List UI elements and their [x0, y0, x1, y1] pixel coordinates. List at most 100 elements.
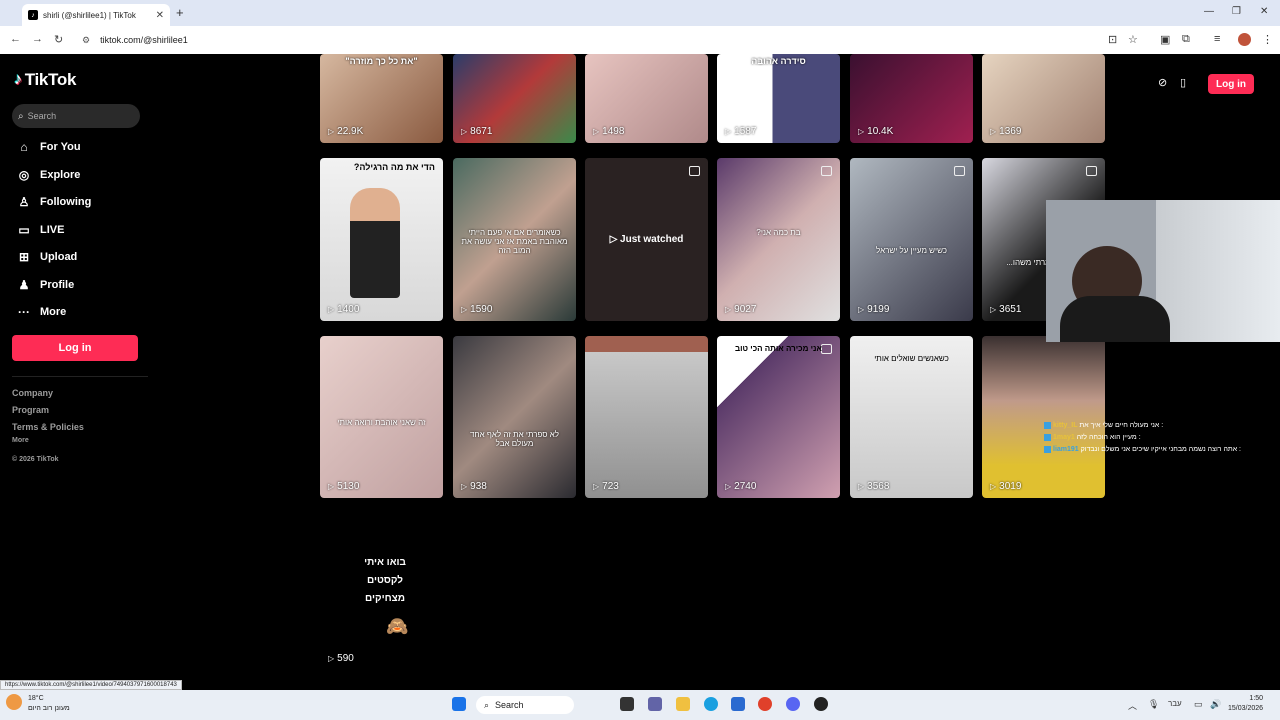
- tiktok-page: ♪ TikTok ⌕ Search ⌂ For You ◎ Explore ♙ Fol…: [0, 54, 1280, 678]
- close-window-icon[interactable]: ✕: [1260, 6, 1268, 17]
- video-tile[interactable]: ▷ Just watched: [585, 158, 708, 321]
- nav-following[interactable]: ♙ Following: [16, 195, 92, 209]
- taskbar-search-label: Search: [495, 700, 524, 710]
- reload-icon[interactable]: ↻: [54, 33, 63, 46]
- video-caption: כשיש מעיין על ישראל: [876, 246, 947, 255]
- file-explorer-icon[interactable]: [676, 697, 690, 711]
- tiktok-logo[interactable]: ♪ TikTok: [14, 70, 76, 90]
- tiktok-favicon-icon: ♪: [28, 10, 38, 20]
- browser-menu-icon[interactable]: ⋮: [1262, 33, 1273, 46]
- video-tile[interactable]: בואו איתי לקסטים מצחיקים 🙈 ▷ 590: [320, 544, 443, 674]
- volume-icon[interactable]: 🔊: [1210, 699, 1221, 710]
- video-tile[interactable]: סידרה אהובה ▷ 1587: [717, 54, 840, 143]
- video-tile[interactable]: "את כל כך מוזרה" ▷ 22.9K: [320, 54, 443, 143]
- microphone-icon[interactable]: 🎙: [1148, 699, 1159, 710]
- nav-upload[interactable]: ⊞ Upload: [16, 250, 77, 264]
- footer-program-link[interactable]: Program: [12, 405, 49, 415]
- nav-profile[interactable]: ♟ Profile: [16, 278, 75, 292]
- weather-widget[interactable]: 18°C מעונן רוב היום: [6, 694, 70, 714]
- person-icon: ♙: [18, 195, 30, 209]
- video-tile[interactable]: ▷ 3019: [982, 336, 1105, 498]
- video-tile[interactable]: ▷ 1369: [982, 54, 1105, 143]
- extension-icon[interactable]: ▣: [1160, 33, 1170, 46]
- taskbar-clock[interactable]: 1:50 15/03/2026: [1228, 694, 1263, 714]
- media-icon[interactable]: ≡: [1214, 33, 1220, 45]
- nav-for-you[interactable]: ⌂ For You: [16, 140, 81, 154]
- live-icon: ▭: [18, 223, 30, 237]
- video-tile[interactable]: אני מכירה אותה הכי טוב ▷ 2740: [717, 336, 840, 498]
- new-tab-button[interactable]: +: [176, 5, 184, 20]
- store-icon[interactable]: [731, 697, 745, 711]
- language-indicator[interactable]: עבר: [1168, 699, 1182, 708]
- footer-company-link[interactable]: Company: [12, 388, 53, 398]
- address-bar[interactable]: ⚙ tiktok.com/@shirlilee1: [76, 30, 1096, 50]
- tab-close-icon[interactable]: ✕: [156, 10, 164, 21]
- play-icon: ▷: [593, 482, 600, 491]
- video-tile[interactable]: לא ספרתי את זה לאף אחד מעולם אבל ▷ 938: [453, 336, 576, 498]
- nav-label: Explore: [40, 169, 81, 181]
- task-view-icon[interactable]: [620, 697, 634, 711]
- start-icon[interactable]: [452, 697, 466, 711]
- site-info-icon[interactable]: ⚙: [82, 35, 90, 46]
- video-tile[interactable]: ▷ 8671: [453, 54, 576, 143]
- search-input[interactable]: ⌕ Search: [12, 104, 140, 128]
- video-tile[interactable]: הדי את מה הרגילה? ▷ 1400: [320, 158, 443, 321]
- video-tile[interactable]: זה שאני אוהבת ורואה אותי ▷ 5130: [320, 336, 443, 498]
- nav-more[interactable]: ··· More: [16, 305, 66, 319]
- compass-icon: ◎: [18, 168, 30, 182]
- view-count-value: 3019: [999, 481, 1022, 492]
- play-icon: ▷: [990, 482, 997, 491]
- nav-explore[interactable]: ◎ Explore: [16, 168, 81, 182]
- video-tile[interactable]: כשאומרים אם אי פעם הייתי מאוהבת באמת אז …: [453, 158, 576, 321]
- bookmark-star-icon[interactable]: ☆: [1128, 33, 1138, 46]
- browser-profile-avatar[interactable]: [1238, 33, 1251, 46]
- video-tile[interactable]: ▷ 10.4K: [850, 54, 973, 143]
- network-icon[interactable]: ▭: [1194, 699, 1203, 710]
- chat-username: 1may1: [1053, 434, 1075, 441]
- clock-time: 1:50: [1249, 695, 1264, 702]
- coins-icon[interactable]: ⊘: [1158, 76, 1167, 89]
- view-count-value: 9027: [734, 304, 757, 315]
- play-icon: ▷: [609, 234, 621, 245]
- nav-label: For You: [40, 141, 81, 153]
- chat-username: liam191: [1053, 446, 1079, 453]
- header-login-button[interactable]: Log in: [1208, 74, 1254, 94]
- view-count: ▷ 22.9K: [328, 126, 363, 137]
- edge-icon[interactable]: [704, 697, 718, 711]
- browser-tab[interactable]: ♪ shirli (@shirlilee1) | TikTok ✕: [22, 4, 170, 26]
- teams-icon[interactable]: [648, 697, 662, 711]
- obs-icon[interactable]: [814, 697, 828, 711]
- video-tile[interactable]: בת כמה אני? ▷ 9027: [717, 158, 840, 321]
- back-icon[interactable]: ←: [10, 33, 21, 45]
- chat-text: מעיין הוא הוכחה לזה :: [1076, 434, 1141, 441]
- tray-chevron-icon[interactable]: ︿: [1128, 699, 1137, 712]
- puzzle-icon[interactable]: ⧉: [1182, 33, 1190, 46]
- minimize-icon[interactable]: —: [1204, 6, 1214, 17]
- video-tile[interactable]: כשאנשים שואלים אותי ▷ 3568: [850, 336, 973, 498]
- chrome-icon[interactable]: [758, 697, 772, 711]
- chat-message: kitty_IL אני מעולה חיים שלי איך את :: [1044, 420, 1280, 432]
- taskbar-search[interactable]: ⌕ Search: [476, 696, 574, 714]
- view-count-value: 723: [602, 481, 619, 492]
- install-app-icon[interactable]: ⊡: [1108, 33, 1117, 46]
- video-tile[interactable]: ▷ 1498: [585, 54, 708, 143]
- view-count: ▷ 1587: [725, 126, 756, 137]
- home-icon: ⌂: [20, 140, 28, 154]
- video-tile[interactable]: כשיש מעיין על ישראל ▷ 9199: [850, 158, 973, 321]
- discord-icon[interactable]: [786, 697, 800, 711]
- play-icon: ▷: [328, 305, 335, 314]
- footer-more-link[interactable]: More: [12, 437, 29, 444]
- device-icon[interactable]: ▯: [1180, 76, 1186, 89]
- video-tile[interactable]: ▷ 723: [585, 336, 708, 498]
- chat-username: kitty_IL: [1053, 422, 1078, 429]
- footer-terms-link[interactable]: Terms & Policies: [12, 422, 84, 432]
- maximize-icon[interactable]: ❐: [1232, 6, 1241, 17]
- play-icon: ▷: [725, 482, 732, 491]
- view-count: ▷ 3568: [858, 481, 889, 492]
- sidebar-login-button[interactable]: Log in: [12, 335, 138, 361]
- nav-live[interactable]: ▭ LIVE: [16, 223, 64, 237]
- view-count: ▷ 5130: [328, 481, 359, 492]
- video-caption: הדי את מה הרגילה?: [353, 162, 435, 172]
- photo-carousel-icon: [821, 166, 832, 176]
- forward-icon[interactable]: →: [32, 33, 43, 45]
